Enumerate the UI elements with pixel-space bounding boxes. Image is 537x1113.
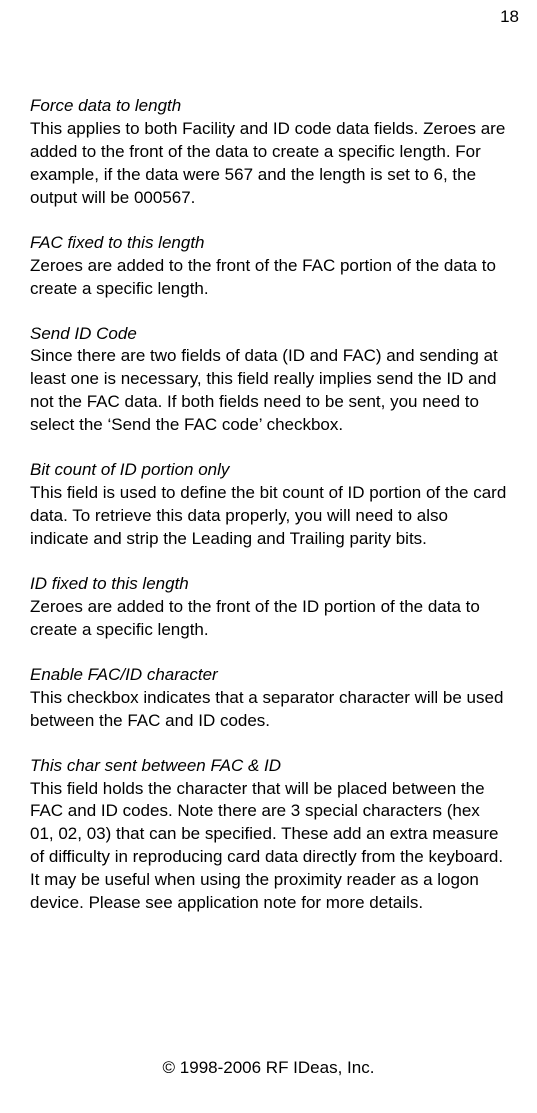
section-send-id-code: Send ID Code Since there are two fields …: [30, 323, 507, 438]
section-title: ID fixed to this length: [30, 574, 189, 593]
section-body: Zeroes are added to the front of the ID …: [30, 597, 480, 639]
section-title: Enable FAC/ID character: [30, 665, 218, 684]
section-body: This applies to both Facility and ID cod…: [30, 119, 505, 207]
section-title: FAC fixed to this length: [30, 233, 205, 252]
section-title: Force data to length: [30, 96, 181, 115]
section-body: This field holds the character that will…: [30, 779, 503, 913]
section-title: This char sent between FAC & ID: [30, 756, 281, 775]
section-char-between-fac-id: This char sent between FAC & ID This fie…: [30, 755, 507, 916]
section-title: Send ID Code: [30, 324, 137, 343]
section-title: Bit count of ID portion only: [30, 460, 229, 479]
section-id-fixed-length: ID fixed to this length Zeroes are added…: [30, 573, 507, 642]
copyright-footer: © 1998-2006 RF IDeas, Inc.: [0, 1057, 537, 1080]
section-enable-fac-id-char: Enable FAC/ID character This checkbox in…: [30, 664, 507, 733]
document-content: Force data to length This applies to bot…: [30, 0, 507, 915]
section-body: This field is used to define the bit cou…: [30, 483, 506, 548]
section-body: Zeroes are added to the front of the FAC…: [30, 256, 496, 298]
section-body: This checkbox indicates that a separator…: [30, 688, 503, 730]
page-number: 18: [500, 6, 519, 29]
section-force-data-to-length: Force data to length This applies to bot…: [30, 95, 507, 210]
section-body: Since there are two fields of data (ID a…: [30, 346, 498, 434]
section-fac-fixed-length: FAC fixed to this length Zeroes are adde…: [30, 232, 507, 301]
section-bit-count-id: Bit count of ID portion only This field …: [30, 459, 507, 551]
